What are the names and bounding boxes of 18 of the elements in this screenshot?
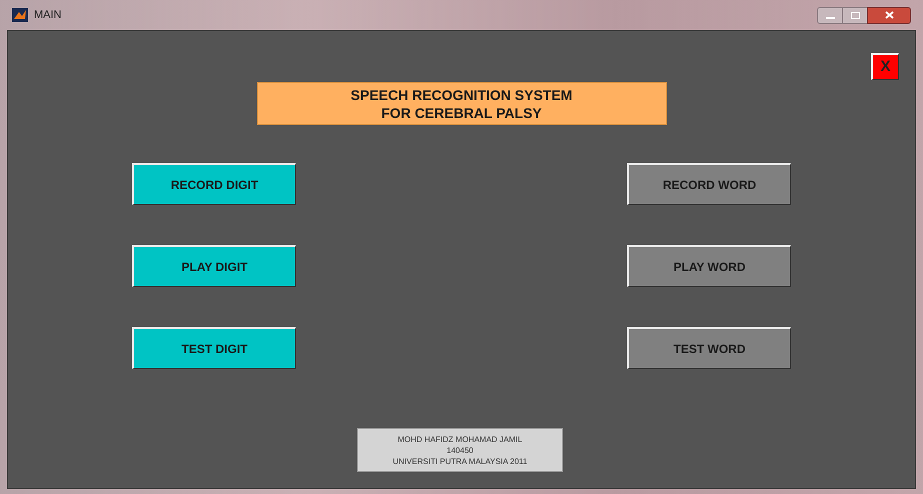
action-button[interactable]: RECORD DIGIT bbox=[132, 163, 296, 205]
banner-text: SPEECH RECOGNITION SYSTEM bbox=[350, 86, 572, 104]
app-icon bbox=[12, 8, 28, 22]
banner-text: FOR CEREBRAL PALSY bbox=[381, 104, 542, 122]
close-window-button[interactable] bbox=[867, 6, 911, 24]
close-icon bbox=[884, 11, 894, 19]
action-button[interactable]: PLAY DIGIT bbox=[132, 245, 296, 287]
credits-text: 140450 bbox=[446, 444, 474, 456]
action-button[interactable]: PLAY WORD bbox=[627, 245, 791, 287]
minimize-button[interactable] bbox=[817, 6, 843, 24]
action-button[interactable]: TEST DIGIT bbox=[132, 327, 296, 369]
credits-text: UNIVERSITI PUTRA MALAYSIA 2011 bbox=[392, 456, 528, 466]
credits-text: MOHD HAFIDZ MOHAMAD JAMIL bbox=[398, 434, 522, 444]
maximize-button[interactable] bbox=[843, 6, 867, 24]
window-title: MAIN bbox=[34, 8, 62, 23]
action-button[interactable]: TEST WORD bbox=[627, 327, 791, 369]
action-button[interactable]: RECORD WORD bbox=[627, 163, 791, 205]
close-button[interactable]: X bbox=[871, 53, 899, 80]
